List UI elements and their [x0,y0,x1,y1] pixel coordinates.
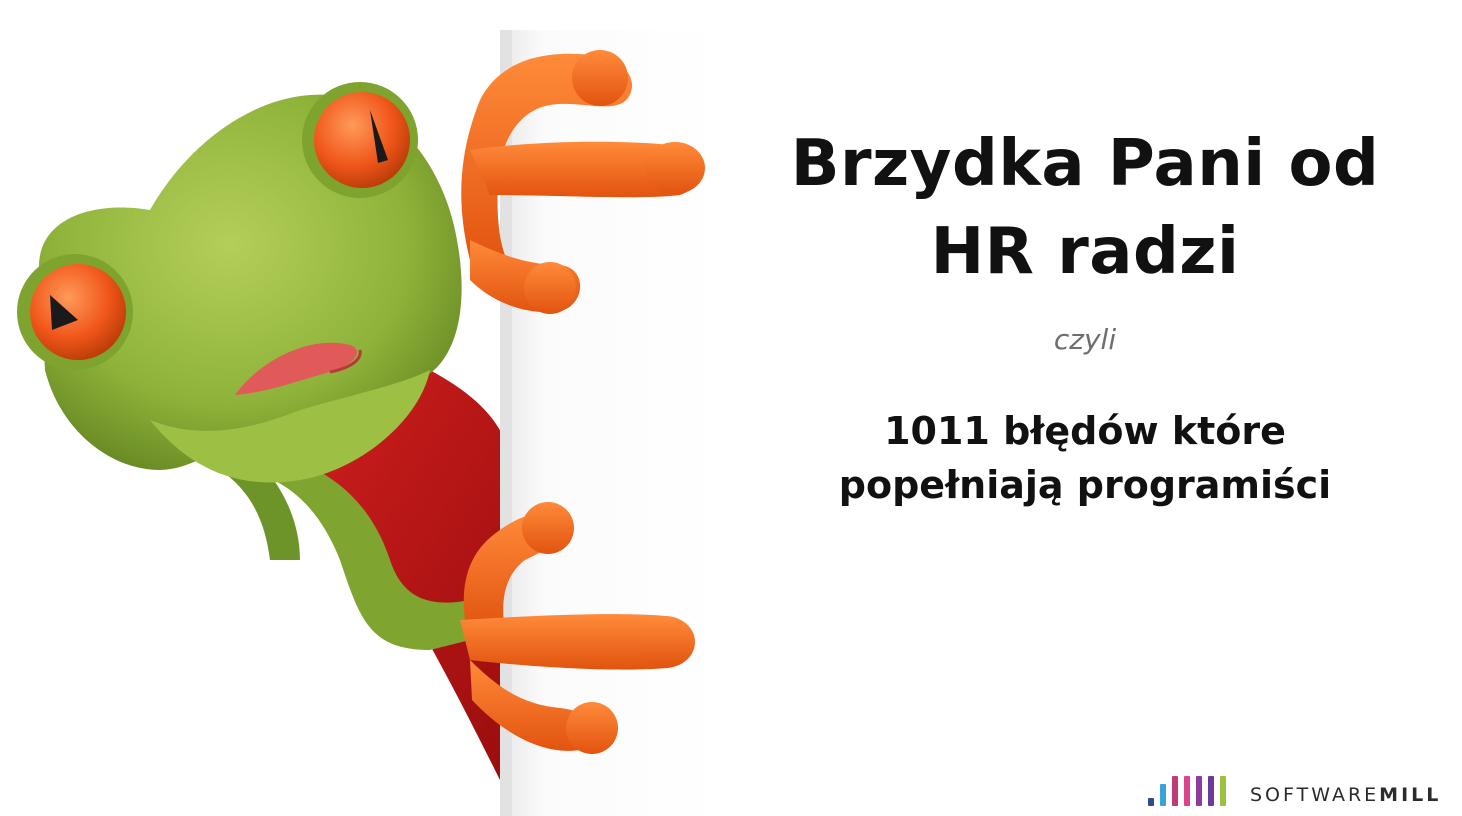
logo-bar [1184,776,1190,806]
softwaremill-bars-icon [1148,776,1226,806]
softwaremill-logo: SOFTWAREMILL [1144,772,1441,808]
logo-bar [1220,776,1226,806]
frog-eye-left [30,264,126,360]
logo-bar [1148,798,1154,806]
slide-title-line-2: HR radzi [930,215,1240,289]
logo-bar [1160,784,1166,806]
title-block: Brzydka Pani od HR radzi czyli 1011 błęd… [760,120,1410,512]
frog-illustration [17,30,720,816]
slide-subtitle-line-1: 1011 błędów które [884,409,1286,453]
logo-bar [1196,776,1202,806]
logo-text-light: SOFTWARE [1250,784,1380,806]
logo-bar [1208,776,1214,806]
logo-bar [1172,776,1178,806]
slide-title-line-1: Brzydka Pani od [790,127,1380,201]
frog-eye-right [314,92,410,188]
slide-subtitle-line-2: popełniają programiści [838,463,1332,507]
slide-subtitle: 1011 błędów które popełniają programiści [760,404,1410,512]
connector-text: czyli [1053,323,1117,356]
logo-wordmark: SOFTWAREMILL [1250,784,1441,806]
logo-text-bold: MILL [1379,784,1442,806]
slide-title: Brzydka Pani od HR radzi [760,120,1410,296]
slide: Brzydka Pani od HR radzi czyli 1011 błęd… [0,0,1462,816]
